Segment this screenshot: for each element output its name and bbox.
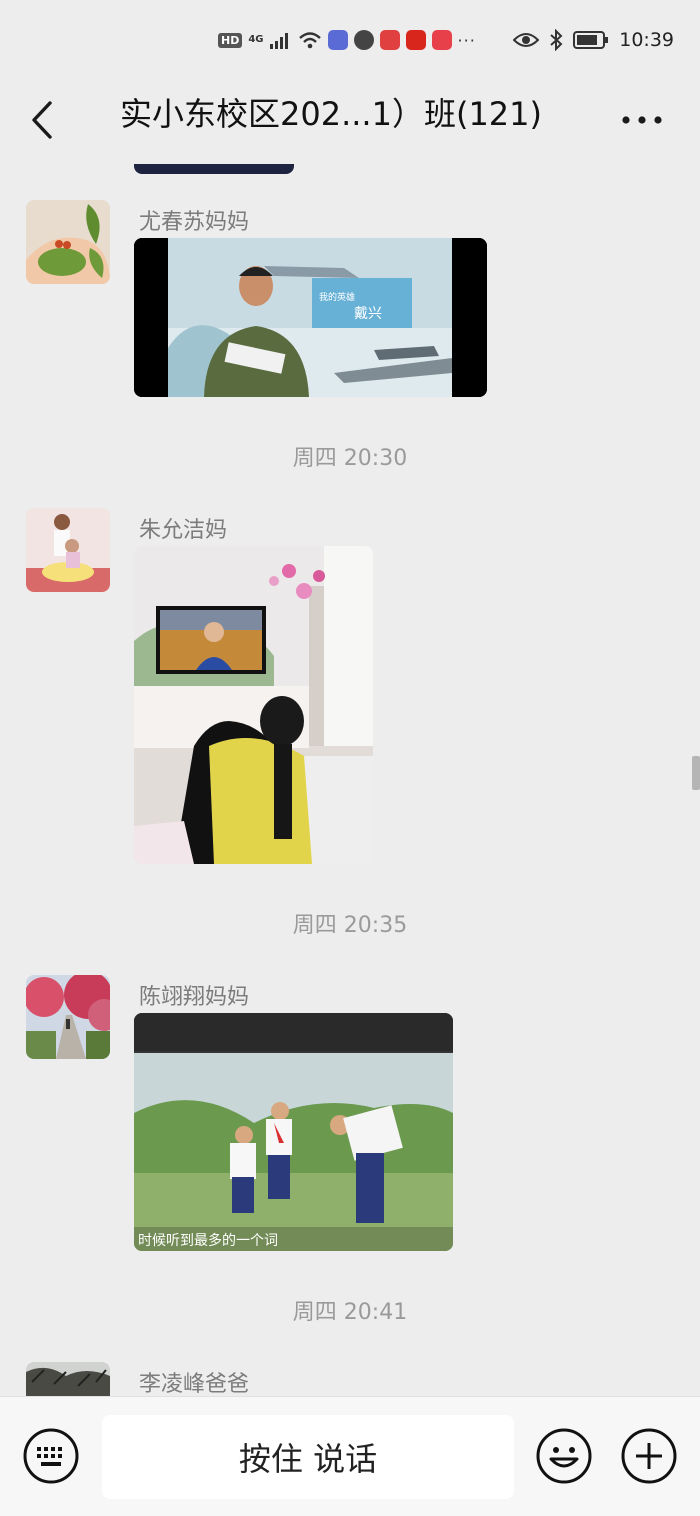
timestamp: 周四 20:30 bbox=[292, 446, 408, 471]
hold-to-talk-button[interactable]: 按住 说话 bbox=[102, 1415, 514, 1499]
bluetooth-icon bbox=[550, 29, 563, 51]
timestamp: 周四 20:35 bbox=[292, 913, 408, 938]
keyboard-toggle-button[interactable] bbox=[22, 1427, 80, 1485]
plus-icon bbox=[621, 1428, 677, 1484]
chevron-left-icon bbox=[32, 101, 52, 139]
sender-name: 陈翊翔妈妈 bbox=[139, 985, 250, 1010]
music-app-icon bbox=[327, 30, 348, 50]
wifi-icon bbox=[298, 32, 321, 49]
scrollbar-thumb[interactable] bbox=[692, 756, 700, 790]
more-dots-icon bbox=[622, 116, 662, 124]
image-message[interactable]: 戴兴 我的英雄 bbox=[134, 238, 487, 397]
back-button[interactable] bbox=[20, 90, 64, 150]
heart-app-icon bbox=[431, 30, 452, 50]
image-message[interactable] bbox=[134, 546, 373, 864]
network-type: 4G bbox=[248, 34, 264, 45]
image-message[interactable]: 时候听到最多的一个词 bbox=[134, 1013, 453, 1251]
avatar[interactable] bbox=[26, 200, 110, 284]
keyboard-icon bbox=[23, 1428, 79, 1484]
status-bar: HD 4G ··· 10:39 bbox=[0, 0, 700, 78]
sender-name: 尤春苏妈妈 bbox=[139, 210, 250, 235]
emoji-button[interactable] bbox=[535, 1427, 593, 1485]
video-subtitle: 时候听到最多的一个词 bbox=[138, 1232, 278, 1248]
battery-icon bbox=[573, 31, 609, 49]
sender-name: 李凌峰爸爸 bbox=[139, 1372, 250, 1396]
avatar[interactable] bbox=[26, 975, 110, 1059]
clock: 10:39 bbox=[619, 29, 674, 51]
reader-app-icon bbox=[379, 30, 400, 50]
browser-app-icon bbox=[353, 30, 374, 50]
chat-header: 实小东校区202...1）班(121) bbox=[0, 78, 700, 164]
study-app-icon bbox=[405, 30, 426, 50]
timestamp: 周四 20:41 bbox=[292, 1300, 408, 1325]
signal-icon bbox=[269, 33, 288, 49]
more-functions-button[interactable] bbox=[620, 1427, 678, 1485]
more-button[interactable] bbox=[614, 98, 670, 142]
hd-badge: HD bbox=[218, 32, 243, 48]
emoji-icon bbox=[536, 1428, 592, 1484]
avatar[interactable] bbox=[26, 1362, 110, 1396]
overlay-caption: 我的英雄 bbox=[319, 291, 355, 302]
more-notifications: ··· bbox=[457, 30, 476, 50]
eye-comfort-icon bbox=[513, 33, 540, 47]
status-right-icons: 10:39 bbox=[513, 26, 674, 54]
chat-title: 实小东校区202...1）班(121) bbox=[120, 95, 543, 133]
overlay-name: 戴兴 bbox=[354, 305, 382, 321]
avatar[interactable] bbox=[26, 508, 110, 592]
chat-message-list[interactable]: 尤春苏妈妈 戴兴 我的英雄 周四 20:30 朱允洁妈 周四 20:35 陈翊翔… bbox=[0, 164, 700, 1396]
sender-name: 朱允洁妈 bbox=[139, 518, 228, 543]
input-bar: 按住 说话 bbox=[0, 1396, 700, 1516]
status-left-icons: HD 4G ··· bbox=[218, 28, 476, 52]
previous-image-tail[interactable] bbox=[134, 164, 294, 174]
